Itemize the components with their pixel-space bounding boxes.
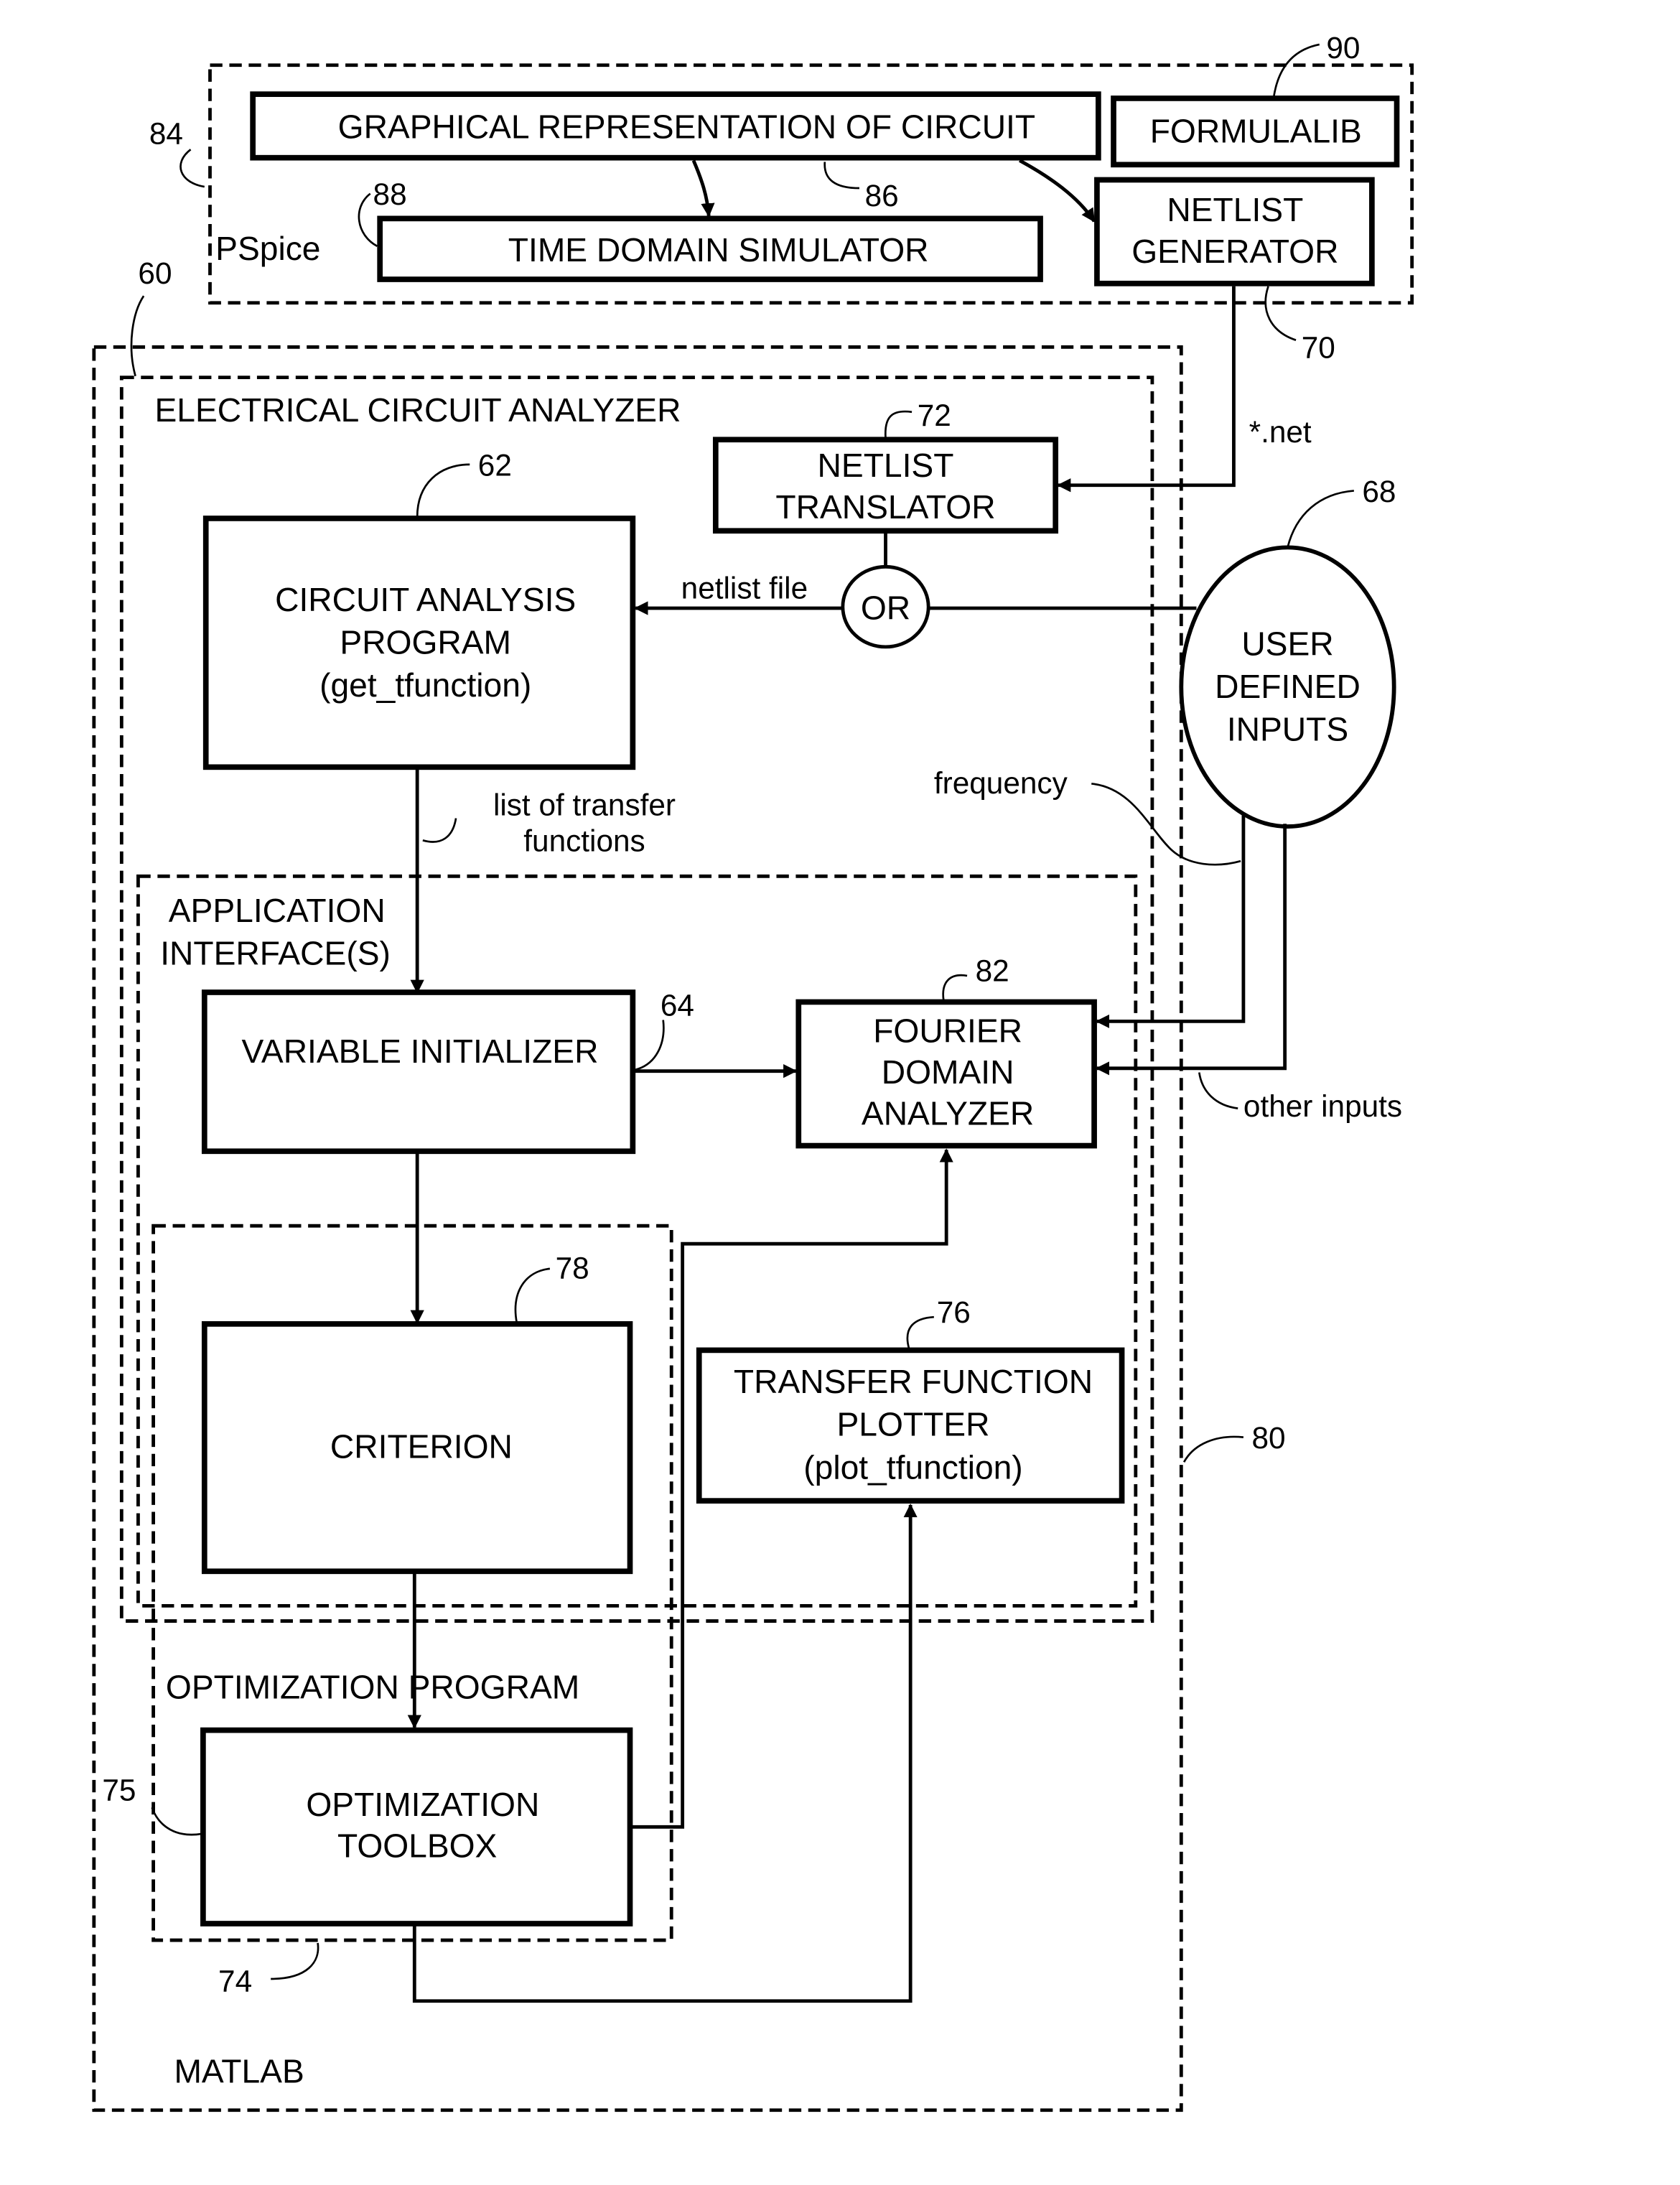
- variable-initializer-label: VARIABLE INITIALIZER: [242, 1033, 599, 1070]
- ref-leader-70: [1264, 286, 1297, 341]
- ref-leader-86: [823, 162, 859, 190]
- ref-leader-78: [514, 1267, 551, 1323]
- app-interface-label-1: APPLICATION: [169, 892, 386, 929]
- arrow-graphical-to-netlist-generator: [1019, 159, 1096, 223]
- ref-leader-64: [635, 1020, 665, 1071]
- criterion-label: CRITERION: [330, 1427, 513, 1465]
- frequency-label: frequency: [934, 766, 1068, 800]
- ref-68: 68: [1362, 475, 1396, 508]
- net-file-label: *.net: [1249, 415, 1312, 449]
- user-defined-inputs[interactable]: USER DEFINED INPUTS: [1179, 545, 1396, 829]
- ref-80: 80: [1251, 1421, 1285, 1455]
- or-label: OR: [861, 589, 910, 626]
- ref-leader-82: [942, 974, 968, 1001]
- netlist-generator-block[interactable]: NETLIST GENERATOR: [1094, 177, 1375, 286]
- ref-leader-68: [1287, 490, 1354, 548]
- tf-plotter-line1: TRANSFER FUNCTION: [734, 1363, 1093, 1400]
- arrow-netlist-generator-to-translator: [1057, 286, 1236, 493]
- ref-84: 84: [149, 116, 183, 150]
- netlist-translator-line1: NETLIST: [818, 447, 954, 484]
- circuit-analyzer-label: ELECTRICAL CIRCUIT ANALYZER: [155, 391, 681, 429]
- fourier-line3: ANALYZER: [862, 1095, 1034, 1132]
- tf-plotter-line3: (plot_tfunction): [803, 1448, 1022, 1486]
- ref-90: 90: [1326, 31, 1360, 65]
- ref-64: 64: [661, 989, 694, 1022]
- ref-leader-80: [1182, 1435, 1244, 1463]
- transfer-function-plotter-block[interactable]: TRANSFER FUNCTION PLOTTER (plot_tfunctio…: [696, 1347, 1125, 1504]
- ref-leader-62: [416, 463, 470, 518]
- variable-initializer-block[interactable]: VARIABLE INITIALIZER: [201, 989, 636, 1155]
- other-inputs-leader: [1198, 1072, 1238, 1109]
- arrow-frequency-to-fourier: [1096, 815, 1246, 1029]
- circuit-analysis-line2: PROGRAM: [340, 624, 511, 661]
- user-inputs-line3: INPUTS: [1227, 711, 1348, 748]
- formulalib-block[interactable]: FORMULALIB: [1111, 95, 1400, 168]
- ref-74: 74: [218, 1964, 252, 1998]
- ref-leader-75: [151, 1807, 202, 1836]
- netlist-generator-line1: NETLIST: [1167, 191, 1303, 228]
- block-diagram: PSpice 84 GRAPHICAL REPRESENTATION OF CI…: [92, 31, 1414, 2112]
- user-inputs-line1: USER: [1241, 625, 1333, 662]
- time-domain-simulator-block[interactable]: TIME DOMAIN SIMULATOR: [377, 215, 1043, 282]
- ref-60: 60: [138, 256, 172, 290]
- opt-toolbox-line2: TOOLBOX: [337, 1827, 497, 1865]
- graphical-representation-block[interactable]: GRAPHICAL REPRESENTATION OF CIRCUIT: [250, 91, 1101, 161]
- ref-75: 75: [102, 1774, 136, 1807]
- other-inputs-label: other inputs: [1243, 1089, 1402, 1123]
- circuit-analysis-line3: (get_tfunction): [319, 666, 531, 704]
- ref-86: 86: [865, 179, 899, 213]
- list-tf-label-2: functions: [523, 824, 645, 858]
- tf-plotter-line2: PLOTTER: [837, 1406, 990, 1443]
- pspice-label: PSpice: [215, 230, 320, 267]
- ref-leader-74: [271, 1942, 319, 1980]
- ref-82: 82: [976, 954, 1009, 988]
- criterion-block[interactable]: CRITERION: [201, 1320, 633, 1575]
- fourier-line2: DOMAIN: [882, 1053, 1014, 1091]
- netlist-translator-block[interactable]: NETLIST TRANSLATOR: [712, 437, 1059, 534]
- fourier-line1: FOURIER: [873, 1012, 1022, 1049]
- list-tf-leader: [422, 818, 457, 843]
- matlab-label: MATLAB: [174, 2052, 304, 2090]
- ref-leader-84: [179, 149, 205, 188]
- or-gate: OR: [841, 564, 930, 649]
- graphical-representation-label: GRAPHICAL REPRESENTATION OF CIRCUIT: [338, 108, 1035, 146]
- user-inputs-line2: DEFINED: [1215, 668, 1361, 705]
- formulalib-label: FORMULALIB: [1150, 113, 1362, 150]
- arrow-graphical-to-time-domain: [691, 159, 715, 218]
- ref-88: 88: [373, 177, 407, 211]
- ref-leader-76: [906, 1315, 934, 1349]
- app-interface-label-2: INTERFACE(S): [160, 934, 391, 972]
- netlist-translator-line2: TRANSLATOR: [775, 488, 995, 526]
- ref-70: 70: [1302, 331, 1335, 365]
- netlist-generator-line2: GENERATOR: [1131, 233, 1338, 270]
- ref-62: 62: [478, 448, 512, 482]
- ref-72: 72: [918, 399, 951, 432]
- ref-leader-60: [130, 295, 145, 377]
- circuit-analysis-line1: CIRCUIT ANALYSIS: [275, 581, 576, 618]
- netlist-file-label: netlist file: [681, 572, 808, 605]
- time-domain-simulator-label: TIME DOMAIN SIMULATOR: [508, 231, 929, 269]
- circuit-analysis-program-block[interactable]: CIRCUIT ANALYSIS PROGRAM (get_tfunction): [202, 516, 636, 770]
- ref-leader-72: [884, 410, 913, 439]
- fourier-domain-analyzer-block[interactable]: FOURIER DOMAIN ANALYZER: [795, 999, 1097, 1149]
- opt-toolbox-line1: OPTIMIZATION: [306, 1786, 539, 1823]
- optimization-toolbox-block[interactable]: OPTIMIZATION TOOLBOX: [200, 1727, 633, 1927]
- ref-76: 76: [937, 1295, 971, 1329]
- optimization-program-label: OPTIMIZATION PROGRAM: [166, 1668, 579, 1705]
- list-tf-label-1: list of transfer: [493, 788, 676, 822]
- ref-leader-90: [1272, 43, 1320, 98]
- ref-78: 78: [556, 1251, 589, 1285]
